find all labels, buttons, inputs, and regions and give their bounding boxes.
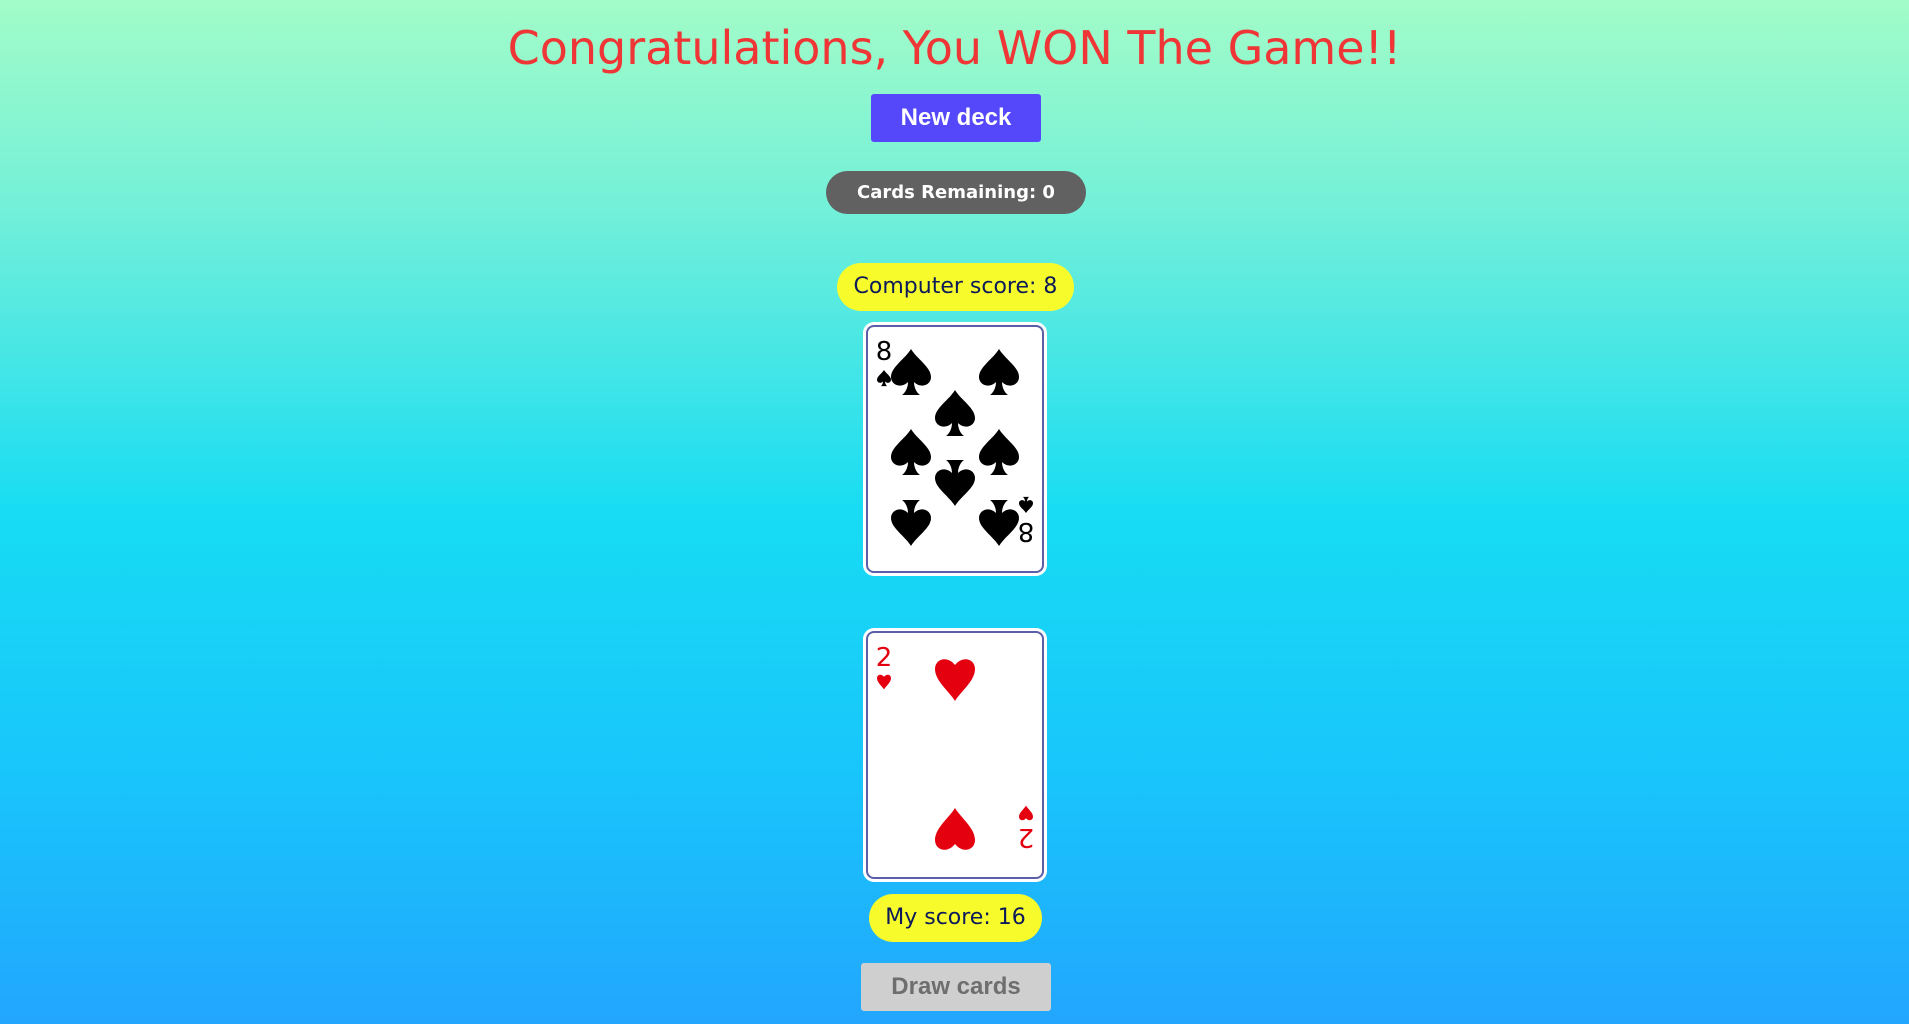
card-suit-small-bottom — [1019, 496, 1033, 513]
result-title: Congratulations, You WON The Game!! — [507, 21, 1402, 75]
game-page: Congratulations, You WON The Game!! New … — [0, 0, 1909, 1024]
card-suit-small-top — [877, 370, 891, 387]
cards-remaining-badge: Cards Remaining: 0 — [826, 171, 1086, 214]
my-score-badge: My score: 16 — [869, 894, 1042, 942]
computer-score-badge: Computer score: 8 — [837, 263, 1074, 311]
card-rank-top: 2 — [876, 643, 893, 673]
my-card: 2 2 — [866, 631, 1044, 879]
spade-pip — [935, 390, 975, 436]
card-rank-bottom: 8 — [1018, 516, 1035, 546]
spade-pip — [935, 460, 975, 506]
two-of-hearts-card-face: 2 2 — [876, 643, 1035, 852]
heart-pip — [935, 659, 975, 701]
heart-pip — [935, 808, 975, 850]
spade-pip — [979, 349, 1019, 395]
card-rank-top: 8 — [876, 337, 893, 367]
spade-pip — [891, 500, 931, 546]
computer-card: 8 8 — [866, 325, 1044, 573]
spade-pip — [979, 500, 1019, 546]
new-deck-button[interactable]: New deck — [871, 94, 1041, 142]
card-suit-small-top — [877, 674, 891, 690]
card-rank-bottom: 2 — [1018, 822, 1035, 852]
draw-cards-button[interactable]: Draw cards — [861, 963, 1051, 1011]
spade-pip — [979, 429, 1019, 475]
spade-pip — [891, 429, 931, 475]
card-suit-small-bottom — [1019, 805, 1033, 821]
spade-pip — [891, 349, 931, 395]
eight-of-spades-card-face: 8 8 — [876, 337, 1035, 546]
